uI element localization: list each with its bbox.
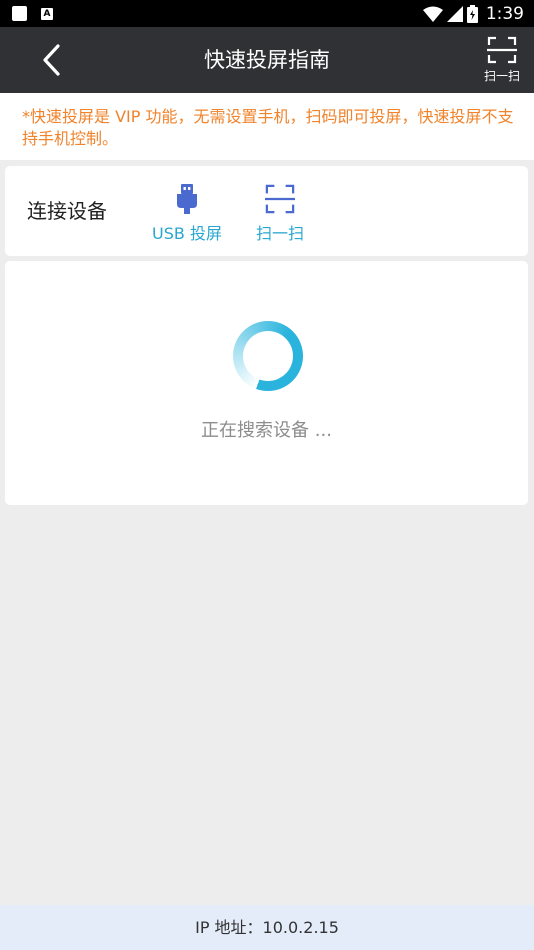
device-search-card: 正在搜索设备 ... bbox=[5, 261, 528, 505]
status-left: A bbox=[12, 6, 53, 21]
battery-icon bbox=[466, 4, 478, 23]
app-bar: 快速投屏指南 扫一扫 bbox=[0, 27, 534, 93]
page-title: 快速投屏指南 bbox=[204, 48, 330, 72]
connect-device-label: 连接设备 bbox=[27, 199, 107, 223]
scan-top-label: 扫一扫 bbox=[483, 69, 520, 83]
wifi-icon bbox=[422, 6, 443, 22]
notification-square-icon bbox=[12, 6, 27, 21]
scan-qr-button[interactable]: 扫一扫 bbox=[245, 184, 315, 244]
app-screen: A 1:39 快速投屏指南 扫一扫 *快速投屏是 VIP 功能，无需设置手机，扫… bbox=[0, 0, 534, 950]
scan-icon bbox=[265, 184, 295, 214]
scan-icon bbox=[487, 36, 517, 64]
a-icon: A bbox=[41, 7, 53, 20]
ip-address-footer: IP 地址：10.0.2.15 bbox=[0, 905, 534, 950]
loading-spinner-icon bbox=[233, 321, 303, 391]
connect-device-card: 连接设备 USB 投屏 扫一扫 bbox=[5, 166, 528, 256]
vip-notice: *快速投屏是 VIP 功能，无需设置手机，扫码即可投屏，快速投屏不支持手机控制。 bbox=[0, 93, 534, 160]
searching-status: 正在搜索设备 ... bbox=[201, 420, 332, 441]
scan-top-button[interactable]: 扫一扫 bbox=[480, 35, 524, 87]
status-time: 1:39 bbox=[485, 3, 524, 24]
usb-cast-button[interactable]: USB 投屏 bbox=[146, 184, 228, 244]
status-bar: A 1:39 bbox=[0, 0, 534, 27]
status-right: 1:39 bbox=[422, 3, 524, 24]
usb-cast-label: USB 投屏 bbox=[152, 224, 222, 243]
signal-icon bbox=[446, 5, 463, 22]
scan-qr-label: 扫一扫 bbox=[255, 224, 304, 243]
usb-icon bbox=[177, 184, 197, 214]
